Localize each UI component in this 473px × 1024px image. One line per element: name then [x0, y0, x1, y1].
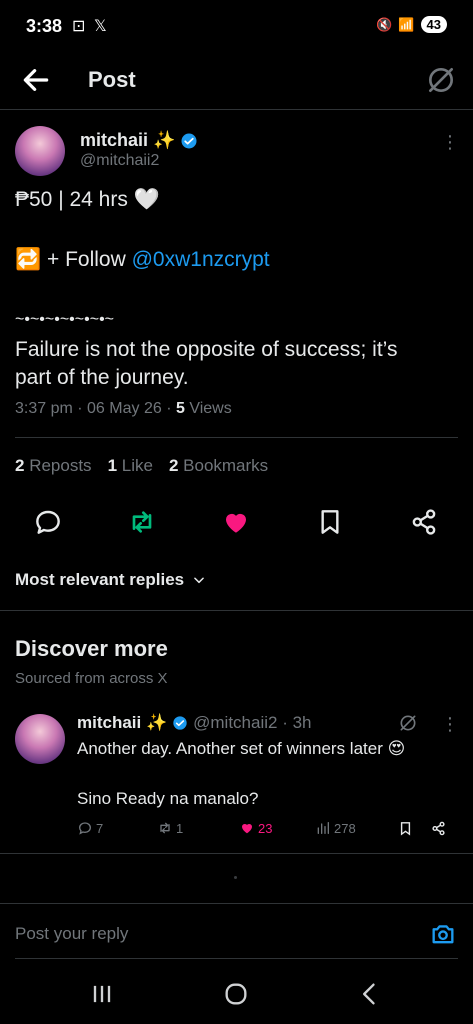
views-count: 5: [175, 400, 185, 417]
divider: [0, 853, 473, 854]
discover-title: Discover more: [15, 636, 168, 661]
like-icon[interactable]: [220, 506, 252, 538]
bookmark-icon[interactable]: [314, 506, 346, 538]
reply-text-line: Another day. Another set of winners late…: [77, 739, 406, 758]
wifi-icon: 📶: [398, 16, 415, 32]
verified-badge-icon: [173, 716, 187, 730]
post-text-line: 🔁 + Follow @0xw1nzcrypt: [15, 246, 270, 274]
status-bar: 3:38 ⊡ 𝕏 🔇 📶 43: [0, 0, 473, 54]
share-icon[interactable]: [430, 820, 447, 837]
reply-count: 7: [96, 820, 104, 836]
back-arrow-icon[interactable]: [20, 64, 52, 96]
verified-badge-icon: [181, 133, 197, 148]
divider: [0, 903, 473, 904]
share-icon[interactable]: [408, 506, 440, 538]
likes-label: Like: [117, 456, 153, 475]
page-title: Post: [88, 67, 136, 92]
reply-input[interactable]: Post your reply: [15, 924, 128, 944]
post-author-name[interactable]: mitchaii ✨: [80, 130, 198, 151]
header: Post: [0, 54, 473, 110]
grok-icon[interactable]: [398, 713, 418, 733]
post-text-line: ~•~•~•~•~•~•~: [15, 311, 115, 328]
reply-action-bar: 7 1 23 278: [77, 820, 457, 842]
reposts-label: Reposts: [24, 456, 92, 475]
battery-indicator: 43: [420, 16, 447, 33]
status-left-icons: ⊡ 𝕏: [72, 18, 109, 35]
avatar[interactable]: [15, 126, 65, 176]
discover-subtitle: Sourced from across X: [15, 670, 168, 687]
repost-icon[interactable]: [126, 506, 158, 538]
reposts-stat[interactable]: 2 Reposts: [15, 456, 92, 476]
like-icon: [242, 823, 252, 834]
mute-icon: 🔇: [376, 16, 393, 32]
post-text-line: part of the journey.: [15, 366, 189, 389]
post-timestamp: 3:37 pm · 06 May 26 · 5 Views: [15, 400, 232, 418]
camera-icon[interactable]: [429, 920, 457, 948]
repost-icon: [160, 822, 170, 834]
back-nav-icon[interactable]: [356, 980, 384, 1008]
status-time: 3:38: [26, 16, 63, 36]
reply-icon: [78, 822, 92, 835]
chevron-down-icon: [194, 577, 204, 584]
post-text-line: Failure is not the opposite of success; …: [15, 338, 398, 361]
home-icon[interactable]: [222, 980, 250, 1008]
likes-count: 1: [107, 456, 118, 475]
system-nav-bar: [0, 964, 473, 1024]
status-right-icons: 🔇 📶 43: [376, 16, 447, 33]
sort-label: Most relevant replies: [15, 570, 185, 589]
divider: [15, 437, 458, 438]
views-count: 278: [334, 820, 356, 836]
like-count: 23: [258, 820, 273, 836]
reply-text-line: Sino Ready na manalo?: [77, 789, 259, 808]
reply-author-name: mitchaii ✨: [77, 713, 168, 732]
bookmarks-stat[interactable]: 2 Bookmarks: [169, 456, 268, 476]
recent-apps-icon[interactable]: [88, 980, 116, 1008]
post-action-bar: [0, 506, 473, 538]
post-text-prefix: 🔁 + Follow: [15, 248, 132, 271]
timestamp-text: 3:37 pm · 06 May 26 ·: [15, 400, 176, 417]
likes-stat[interactable]: 1 Like: [108, 456, 153, 476]
bookmarks-count: 2: [168, 456, 179, 475]
post-author-handle[interactable]: @mitchaii2: [80, 152, 159, 170]
divider: [15, 958, 458, 959]
reply-repost-button[interactable]: 1: [157, 820, 183, 836]
repost-count: 1: [176, 820, 184, 836]
post-text-line: ₱50 | 24 hrs 🤍: [15, 188, 160, 211]
reply-replies-button[interactable]: 7: [77, 820, 103, 836]
divider: [0, 610, 473, 611]
views-icon: [317, 822, 329, 834]
mention-link[interactable]: @0xw1nzcrypt: [132, 248, 270, 271]
grok-icon[interactable]: [425, 64, 457, 96]
more-options-icon[interactable]: ⋮: [440, 715, 460, 738]
reply-views-button[interactable]: 278: [315, 820, 356, 836]
loading-dot: [234, 876, 237, 879]
more-options-icon[interactable]: ⋮: [440, 133, 460, 156]
reply-icon[interactable]: [32, 506, 64, 538]
reply-like-button[interactable]: 23: [239, 820, 272, 836]
replies-sort-dropdown[interactable]: Most relevant replies: [15, 570, 206, 590]
reply-author-handle: @mitchaii2 · 3h: [193, 713, 312, 732]
views-label: Views: [184, 400, 232, 417]
post-stats: 2 Reposts 1 Like 2 Bookmarks: [15, 456, 268, 476]
bookmark-icon[interactable]: [397, 820, 414, 837]
bookmarks-label: Bookmarks: [178, 456, 269, 475]
author-name-text: mitchaii ✨: [80, 130, 176, 150]
avatar[interactable]: [15, 714, 65, 764]
reply-author-row[interactable]: mitchaii ✨ @mitchaii2 · 3h: [77, 713, 312, 733]
